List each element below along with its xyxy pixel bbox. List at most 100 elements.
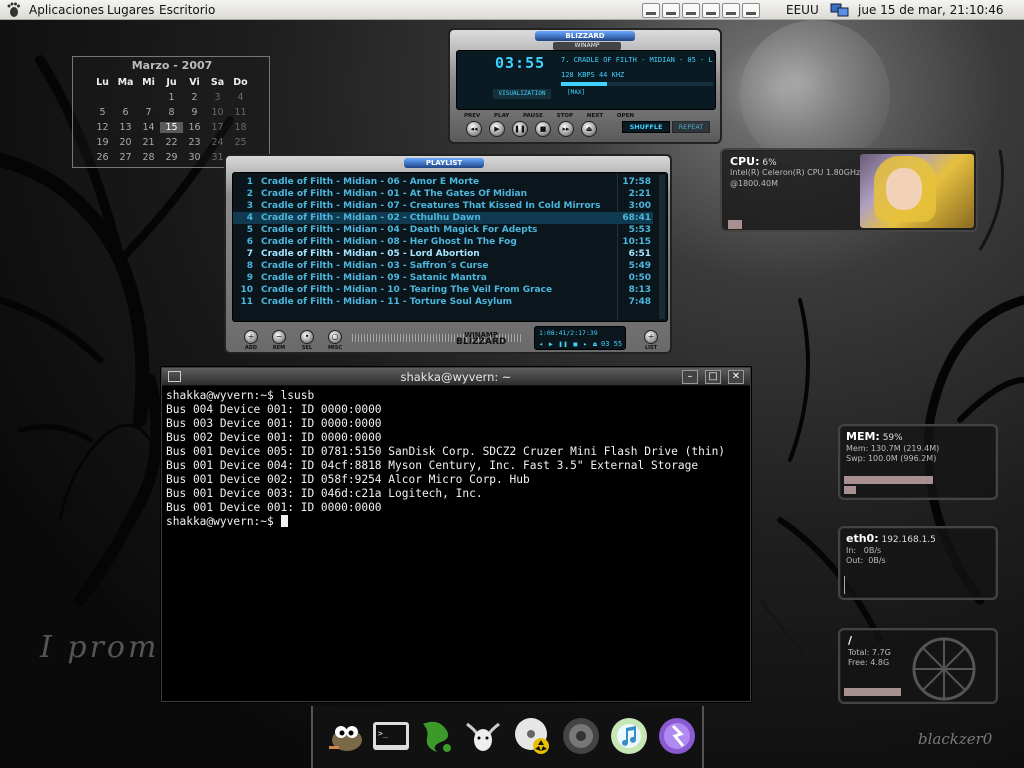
calendar-day[interactable]: 28 <box>137 152 160 163</box>
calendar-day[interactable]: 17 <box>206 122 229 133</box>
calendar-day[interactable]: 21 <box>137 137 160 148</box>
window-list-button[interactable] <box>722 2 740 18</box>
terminal-output[interactable]: shakka@wyvern:~$ lsusb Bus 004 Device 001… <box>166 389 746 699</box>
disk-label: / <box>848 634 853 647</box>
pidgin-icon[interactable] <box>657 716 697 756</box>
terminal-prompt-line[interactable]: shakka@wyvern:~$ <box>166 515 746 529</box>
calendar-day[interactable]: 12 <box>91 122 114 133</box>
calendar-day[interactable]: 14 <box>137 122 160 133</box>
calendar-day[interactable] <box>91 92 114 103</box>
playlist-title[interactable]: PLAYLIST <box>404 158 484 168</box>
window-list-button[interactable] <box>742 2 760 18</box>
speaker-icon[interactable] <box>561 716 601 756</box>
playlist-brand: WINAMP BLIZZARD <box>456 332 506 347</box>
window-list-button[interactable] <box>642 2 660 18</box>
calendar-day[interactable]: 2 <box>183 92 206 103</box>
calendar-day[interactable]: 18 <box>229 122 252 133</box>
playlist-item[interactable]: 1 Cradle of Filth - Midian - 06 - Amor E … <box>233 176 653 188</box>
calendar-day[interactable]: 6 <box>114 107 137 118</box>
shuffle-button[interactable]: SHUFFLE <box>622 121 670 133</box>
calendar-day[interactable]: 16 <box>183 122 206 133</box>
calendar-day[interactable] <box>114 92 137 103</box>
calendar-day[interactable]: 7 <box>137 107 160 118</box>
cd-burner-icon[interactable] <box>513 716 553 756</box>
open-button[interactable]: ⏏ <box>581 121 597 137</box>
pause-button[interactable]: ❚❚ <box>512 121 528 137</box>
calendar-day[interactable]: 15 <box>160 122 183 133</box>
calendar-day[interactable]: 3 <box>206 92 229 103</box>
playlist-item[interactable]: 9 Cradle of Filth - Midian - 09 - Satanic… <box>233 272 653 284</box>
calendar-day[interactable]: 11 <box>229 107 252 118</box>
menu-applications[interactable]: Aplicaciones <box>29 3 104 17</box>
winamp-seek-bar[interactable] <box>561 82 713 86</box>
prev-button[interactable]: ◂◂ <box>466 121 482 137</box>
select-button[interactable]: • <box>300 330 314 344</box>
calendar-day[interactable]: 27 <box>114 152 137 163</box>
winamp-visualization[interactable]: VISUALIZATION <box>493 89 551 99</box>
playlist-item[interactable]: 4 Cradle of Filth - Midian - 02 - Cthulhu… <box>233 212 653 224</box>
playlist-item[interactable]: 3 Cradle of Filth - Midian - 07 - Creatur… <box>233 200 653 212</box>
add-button[interactable]: + <box>244 330 258 344</box>
calendar-day[interactable]: 8 <box>160 107 183 118</box>
remove-button[interactable]: − <box>272 330 286 344</box>
calendar-day[interactable] <box>137 92 160 103</box>
playlist-item[interactable]: 2 Cradle of Filth - Midian - 01 - At The … <box>233 188 653 200</box>
gnome-foot-icon[interactable] <box>5 2 21 18</box>
keyboard-layout-indicator[interactable]: EEUU <box>786 3 819 17</box>
misc-button[interactable]: ○ <box>328 330 342 344</box>
calendar-day[interactable]: 24 <box>206 137 229 148</box>
menu-places[interactable]: Lugares <box>107 3 154 17</box>
window-list-button[interactable] <box>682 2 700 18</box>
winamp-app-title: WINAMP <box>553 42 621 50</box>
list-button[interactable]: + <box>644 330 658 344</box>
calendar-day[interactable]: 25 <box>229 137 252 148</box>
calendar-day[interactable]: 9 <box>183 107 206 118</box>
play-button[interactable]: ▶ <box>489 121 505 137</box>
gnu-icon[interactable] <box>463 716 503 756</box>
calendar-day[interactable]: 30 <box>183 152 206 163</box>
playlist-item[interactable]: 11 Cradle of Filth - Midian - 11 - Tortur… <box>233 296 653 308</box>
terminal-line: Bus 001 Device 001: ID 0000:0000 <box>166 501 382 514</box>
menu-desktop[interactable]: Escritorio <box>159 3 215 17</box>
gimp-icon[interactable] <box>325 716 365 756</box>
calendar-day[interactable]: 20 <box>114 137 137 148</box>
calendar-day[interactable]: 19 <box>91 137 114 148</box>
control-label: PREV <box>464 113 481 119</box>
calendar-day[interactable]: 22 <box>160 137 183 148</box>
winamp-volume-label[interactable]: [MAX] <box>567 89 585 96</box>
close-button[interactable]: ✕ <box>728 370 744 384</box>
playlist-item[interactable]: 8 Cradle of Filth - Midian - 03 - Saffron… <box>233 260 653 272</box>
playlist-scrollbar[interactable] <box>659 175 665 319</box>
playlist-item[interactable]: 6 Cradle of Filth - Midian - 08 - Her Gho… <box>233 236 653 248</box>
panel-clock[interactable]: jue 15 de mar, 21:10:46 <box>858 3 1004 17</box>
stop-button[interactable]: ■ <box>535 121 551 137</box>
window-list-button[interactable] <box>702 2 720 18</box>
playlist-item[interactable]: 5 Cradle of Filth - Midian - 04 - Death M… <box>233 224 653 236</box>
calendar-day[interactable]: 4 <box>229 92 252 103</box>
playlist-mini-controls[interactable]: ◂ ▶ ❚❚ ■ ▸ ⏏ <box>539 340 598 348</box>
playlist-item[interactable]: 10 Cradle of Filth - Midian - 10 - Tearin… <box>233 284 653 296</box>
repeat-button[interactable]: REPEAT <box>672 121 710 133</box>
terminal-titlebar[interactable]: shakka@wyvern: ~ – □ ✕ <box>162 368 750 386</box>
terminal-window[interactable]: shakka@wyvern: ~ – □ ✕ shakka@wyvern:~$ … <box>161 367 751 702</box>
inkscape-icon[interactable] <box>417 716 457 756</box>
calendar-day[interactable]: 13 <box>114 122 137 133</box>
music-player-icon[interactable] <box>609 716 649 756</box>
calendar-day[interactable]: 5 <box>91 107 114 118</box>
playlist-item-num: 7 <box>246 249 253 259</box>
playlist-item-num: 3 <box>246 201 253 211</box>
network-icon[interactable] <box>830 2 850 18</box>
next-button[interactable]: ▸▸ <box>558 121 574 137</box>
calendar-day[interactable]: 26 <box>91 152 114 163</box>
winamp-time[interactable]: 03:55 <box>495 54 545 72</box>
calendar-day[interactable]: 10 <box>206 107 229 118</box>
winamp-skin-title[interactable]: BLIZZARD <box>535 31 635 41</box>
calendar-day[interactable]: 23 <box>183 137 206 148</box>
playlist-item[interactable]: 7 Cradle of Filth - Midian - 05 - Lord Ab… <box>233 248 653 260</box>
calendar-day[interactable]: 1 <box>160 92 183 103</box>
window-list-button[interactable] <box>662 2 680 18</box>
calendar-day[interactable]: 29 <box>160 152 183 163</box>
terminal-icon[interactable]: >_ <box>371 716 411 756</box>
maximize-button[interactable]: □ <box>705 370 721 384</box>
minimize-button[interactable]: – <box>682 370 698 384</box>
